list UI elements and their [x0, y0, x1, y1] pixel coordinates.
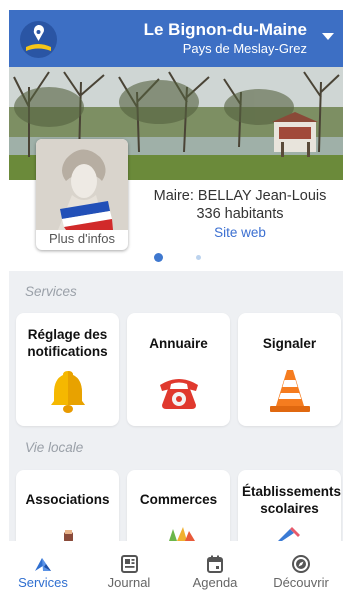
- card-label: Signaler: [262, 336, 317, 351]
- more-info-link[interactable]: Plus d'infos: [36, 231, 128, 246]
- shops-card[interactable]: Commerces: [127, 470, 230, 541]
- newspaper-icon: [121, 555, 138, 573]
- bottom-tab-bar: Services Journal Agenda Découvrir: [0, 541, 343, 590]
- mayor-name: Maire: BELLAY Jean-Louis: [153, 188, 327, 204]
- traffic-cone-icon: [270, 370, 310, 412]
- community-name[interactable]: Pays de Meslay-Grez: [183, 41, 307, 57]
- directory-card[interactable]: Annuaire: [127, 313, 230, 426]
- card-label: Réglage des notifications: [27, 327, 108, 359]
- tab-label: Agenda: [192, 575, 238, 590]
- section-title-services: Services: [25, 284, 77, 299]
- marianne-bust-image: [36, 139, 128, 230]
- associations-icon: [64, 530, 73, 541]
- carousel-dot[interactable]: [196, 255, 201, 260]
- card-label: Associations: [25, 492, 110, 507]
- card-label: Commerces: [139, 492, 218, 507]
- website-link[interactable]: Site web: [140, 224, 340, 242]
- report-issue-card[interactable]: Signaler: [238, 313, 341, 426]
- app-header[interactable]: Le Bignon-du-Maine Pays de Meslay-Grez: [9, 10, 343, 67]
- tab-services[interactable]: Services: [0, 541, 86, 590]
- card-label: Annuaire: [149, 336, 208, 351]
- schools-card[interactable]: Établissements scolaires: [238, 470, 341, 541]
- home-content[interactable]: Services Réglage des notifications Annua…: [9, 271, 343, 541]
- bell-icon: [51, 371, 85, 413]
- mayor-photo-card[interactable]: Plus d'infos: [36, 139, 128, 250]
- compass-icon: [292, 555, 310, 573]
- school-supplies-icon: [278, 527, 300, 541]
- town-name[interactable]: Le Bignon-du-Maine: [144, 20, 307, 39]
- tab-decouvrir[interactable]: Découvrir: [258, 541, 343, 590]
- tab-agenda[interactable]: Agenda: [172, 541, 258, 590]
- card-label: Établissements scolaires: [242, 484, 341, 516]
- tab-label: Journal: [107, 575, 151, 590]
- section-title-vie-locale: Vie locale: [25, 440, 84, 455]
- tab-journal[interactable]: Journal: [86, 541, 172, 590]
- notifications-settings-card[interactable]: Réglage des notifications: [16, 313, 119, 426]
- app-logo: [20, 21, 57, 58]
- calendar-icon: [207, 555, 223, 573]
- carousel-dot-active[interactable]: [154, 253, 163, 262]
- tab-label: Services: [18, 575, 68, 590]
- population-count: 336 habitants: [196, 206, 284, 222]
- shopping-icon: [169, 527, 195, 541]
- chevron-down-icon[interactable]: [322, 33, 334, 40]
- services-icon: [35, 558, 51, 571]
- associations-card[interactable]: Associations: [16, 470, 119, 541]
- telephone-icon: [160, 379, 198, 409]
- tab-label: Découvrir: [273, 575, 329, 590]
